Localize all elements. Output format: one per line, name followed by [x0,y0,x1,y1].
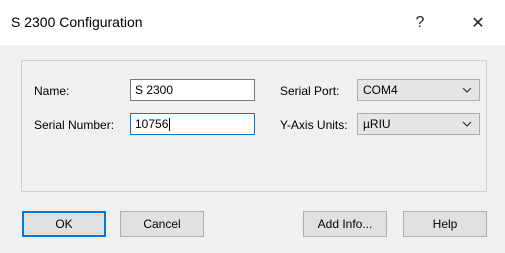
serial-port-dropdown[interactable]: COM4 [357,79,480,101]
add-info-button-label: Add Info... [317,217,373,231]
cancel-button[interactable]: Cancel [120,211,204,237]
name-field[interactable]: S 2300 [130,79,255,101]
help-button-label: Help [432,217,458,231]
chevron-down-icon [462,121,472,127]
configuration-dialog: S 2300 Configuration ? ✕ Name: S 2300 Se… [0,0,505,253]
window-title: S 2300 Configuration [11,14,143,30]
serial-port-label: Serial Port: [280,84,340,98]
serial-number-field[interactable]: 10756 [130,113,255,135]
add-info-button[interactable]: Add Info... [303,211,387,237]
chevron-down-icon [462,87,472,93]
close-button[interactable]: ✕ [458,8,498,38]
name-label: Name: [34,84,70,98]
cancel-button-label: Cancel [143,217,181,231]
y-axis-units-value: µRIU [363,117,391,131]
help-title-button[interactable]: ? [400,8,440,38]
help-button[interactable]: Help [403,211,487,237]
serial-number-value: 10756 [135,117,169,131]
title-bar: S 2300 Configuration ? ✕ [0,0,505,45]
ok-button-label: OK [55,217,73,231]
serial-number-label: Serial Number: [34,118,115,132]
close-icon: ✕ [471,15,485,32]
name-value: S 2300 [135,83,174,97]
settings-group: Name: S 2300 Serial Number: 10756 Serial… [21,60,487,192]
text-caret [169,118,171,132]
ok-button[interactable]: OK [22,211,106,237]
y-axis-units-dropdown[interactable]: µRIU [357,113,480,135]
y-axis-units-label: Y-Axis Units: [280,118,348,132]
question-mark-icon: ? [415,14,425,31]
serial-port-value: COM4 [363,83,398,97]
